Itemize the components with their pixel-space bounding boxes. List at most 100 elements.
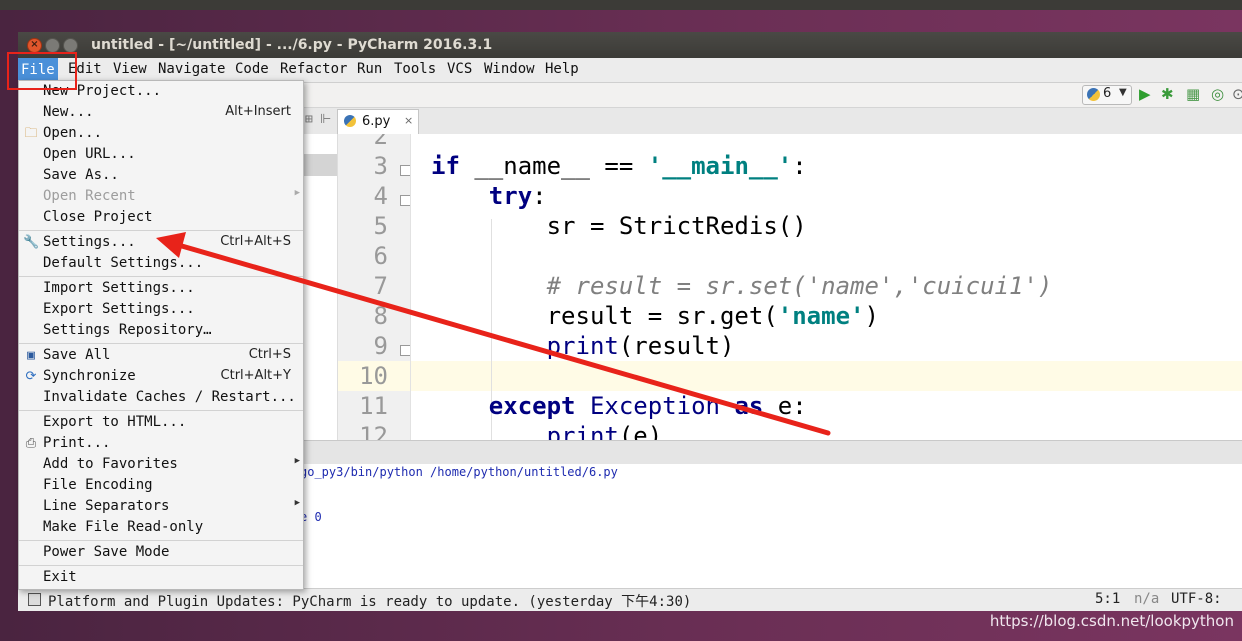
menu-vcs[interactable]: VCS — [447, 61, 472, 77]
editor-gutter: 2 3 4 5 6 7 8 9 10 11 12 — [338, 134, 411, 440]
line-number: 10 — [359, 362, 388, 390]
menu-item-line-separators[interactable]: Line Separators ▶ — [19, 497, 303, 518]
menu-navigate[interactable]: Navigate — [158, 61, 225, 77]
line-number: 7 — [373, 272, 388, 300]
menu-item-label: Add to Favorites — [43, 456, 178, 472]
profile-icon[interactable]: ◎ — [1211, 86, 1224, 102]
shortcut-label: Alt+Insert — [225, 104, 291, 119]
fold-marker-icon[interactable] — [400, 195, 410, 206]
more-tools-icon[interactable]: ⊙ — [1232, 86, 1242, 102]
menu-item-settings-repository[interactable]: Settings Repository… — [19, 321, 303, 342]
project-selected-row[interactable] — [300, 154, 337, 176]
line-number: 3 — [373, 152, 388, 180]
menu-item-label: Settings... — [43, 234, 136, 250]
menu-item-label: Save As.. — [43, 167, 119, 183]
code-editor[interactable]: if __name__ == '__main__': try: sr = Str… — [411, 134, 1242, 440]
pin-tab-icon[interactable]: ⊩ — [320, 112, 331, 127]
current-line-highlight — [411, 361, 1242, 391]
menu-item-export-html[interactable]: Export to HTML... — [19, 413, 303, 434]
menu-item-import-settings[interactable]: Import Settings... — [19, 279, 303, 300]
console-command: go_py3/bin/python /home/python/untitled/… — [300, 465, 618, 479]
fold-marker-icon[interactable] — [400, 345, 410, 356]
caret-position[interactable]: 5:1 — [1095, 591, 1120, 607]
menu-item-save-as[interactable]: Save As.. — [19, 166, 303, 187]
line-number: 4 — [373, 182, 388, 210]
tab-6-py[interactable]: 6.py × — [337, 109, 419, 134]
line-number: 2 — [373, 134, 388, 150]
menu-item-label: Export to HTML... — [43, 414, 187, 430]
tab-close-icon[interactable]: × — [404, 114, 413, 127]
window-title: untitled - [~/untitled] - .../6.py - PyC… — [91, 37, 493, 53]
menu-item-label: Close Project — [43, 209, 153, 225]
menu-item-label: Settings Repository… — [43, 322, 212, 338]
window-minimize-button[interactable] — [45, 38, 60, 53]
menu-window[interactable]: Window — [484, 61, 535, 77]
menu-view[interactable]: View — [113, 61, 147, 77]
file-menu-dropdown: New Project... New... Alt+Insert 🗀 Open...… — [18, 80, 304, 590]
menu-separator — [19, 276, 303, 277]
fold-marker-icon[interactable] — [400, 165, 410, 176]
menu-item-invalidate-caches[interactable]: Invalidate Caches / Restart... — [19, 388, 303, 409]
menu-separator — [19, 230, 303, 231]
file-encoding-indicator[interactable]: UTF-8: — [1171, 591, 1222, 607]
menu-item-close-project[interactable]: Close Project — [19, 208, 303, 229]
menu-item-new[interactable]: New... Alt+Insert — [19, 103, 303, 124]
menu-item-label: File Encoding — [43, 477, 153, 493]
menu-item-file-encoding[interactable]: File Encoding — [19, 476, 303, 497]
line-number: 6 — [373, 242, 388, 270]
menu-item-add-to-favorites[interactable]: Add to Favorites ▶ — [19, 455, 303, 476]
menu-tools[interactable]: Tools — [394, 61, 436, 77]
menu-item-make-read-only[interactable]: Make File Read-only — [19, 518, 303, 539]
line-number: 11 — [359, 392, 388, 420]
menu-item-power-save-mode[interactable]: Power Save Mode — [19, 543, 303, 564]
menu-item-default-settings[interactable]: Default Settings... — [19, 254, 303, 275]
line-number: 5 — [373, 212, 388, 240]
coverage-icon[interactable]: ▦ — [1186, 86, 1200, 102]
sync-icon: ⟳ — [25, 369, 37, 384]
run-configuration-select[interactable]: 6 ▼ — [1082, 85, 1132, 105]
python-file-icon — [1087, 88, 1100, 101]
menu-refactor[interactable]: Refactor — [280, 61, 347, 77]
submenu-arrow-icon: ▶ — [294, 498, 300, 508]
menu-item-label: Import Settings... — [43, 280, 195, 296]
code-line-3: if __name__ == '__main__': — [431, 152, 807, 180]
menu-separator — [19, 540, 303, 541]
shortcut-label: Ctrl+Alt+S — [220, 234, 291, 249]
menu-item-open-url[interactable]: Open URL... — [19, 145, 303, 166]
menu-item-exit[interactable]: Exit — [19, 568, 303, 589]
desktop-top-bar — [0, 0, 1242, 10]
menu-code[interactable]: Code — [235, 61, 269, 77]
menu-help[interactable]: Help — [545, 61, 579, 77]
submenu-arrow-icon: ▶ — [294, 456, 300, 466]
line-number: 9 — [373, 332, 388, 360]
status-message[interactable]: Platform and Plugin Updates: PyCharm is … — [48, 591, 691, 611]
menu-item-label: Default Settings... — [43, 255, 204, 271]
menu-item-open[interactable]: 🗀 Open... — [19, 124, 303, 145]
collapse-icon[interactable]: ⊞ — [305, 112, 313, 127]
menu-item-settings[interactable]: 🔧 Settings... Ctrl+Alt+S — [19, 233, 303, 254]
menu-item-label: Open URL... — [43, 146, 136, 162]
project-panel — [300, 134, 338, 440]
menu-item-synchronize[interactable]: ⟳ Synchronize Ctrl+Alt+Y — [19, 367, 303, 388]
menu-item-export-settings[interactable]: Export Settings... — [19, 300, 303, 321]
code-line-5: sr = StrictRedis() — [431, 212, 807, 240]
window-maximize-button[interactable] — [63, 38, 78, 53]
wrench-icon: 🔧 — [23, 235, 40, 250]
menu-item-print[interactable]: ⎙ Print... — [19, 434, 303, 455]
menu-item-label: Line Separators — [43, 498, 170, 514]
window-close-button[interactable]: × — [27, 38, 42, 53]
debug-icon[interactable]: ✱ — [1161, 86, 1174, 102]
menu-item-save-all[interactable]: ▣ Save All Ctrl+S — [19, 346, 303, 367]
line-number: 12 — [359, 422, 388, 440]
close-icon: × — [30, 39, 39, 50]
code-line-7: # result = sr.set('name','cuicui1') — [546, 272, 1053, 300]
run-icon[interactable]: ▶ — [1139, 86, 1151, 102]
menu-separator — [19, 565, 303, 566]
line-separator-indicator[interactable]: n/a — [1134, 591, 1159, 607]
menu-run[interactable]: Run — [357, 61, 382, 77]
shortcut-label: Ctrl+S — [248, 347, 291, 362]
menu-item-label: Exit — [43, 569, 77, 585]
code-line-9: print(result) — [546, 332, 735, 360]
tab-label: 6.py — [362, 114, 391, 129]
tool-windows-icon[interactable] — [28, 593, 41, 606]
